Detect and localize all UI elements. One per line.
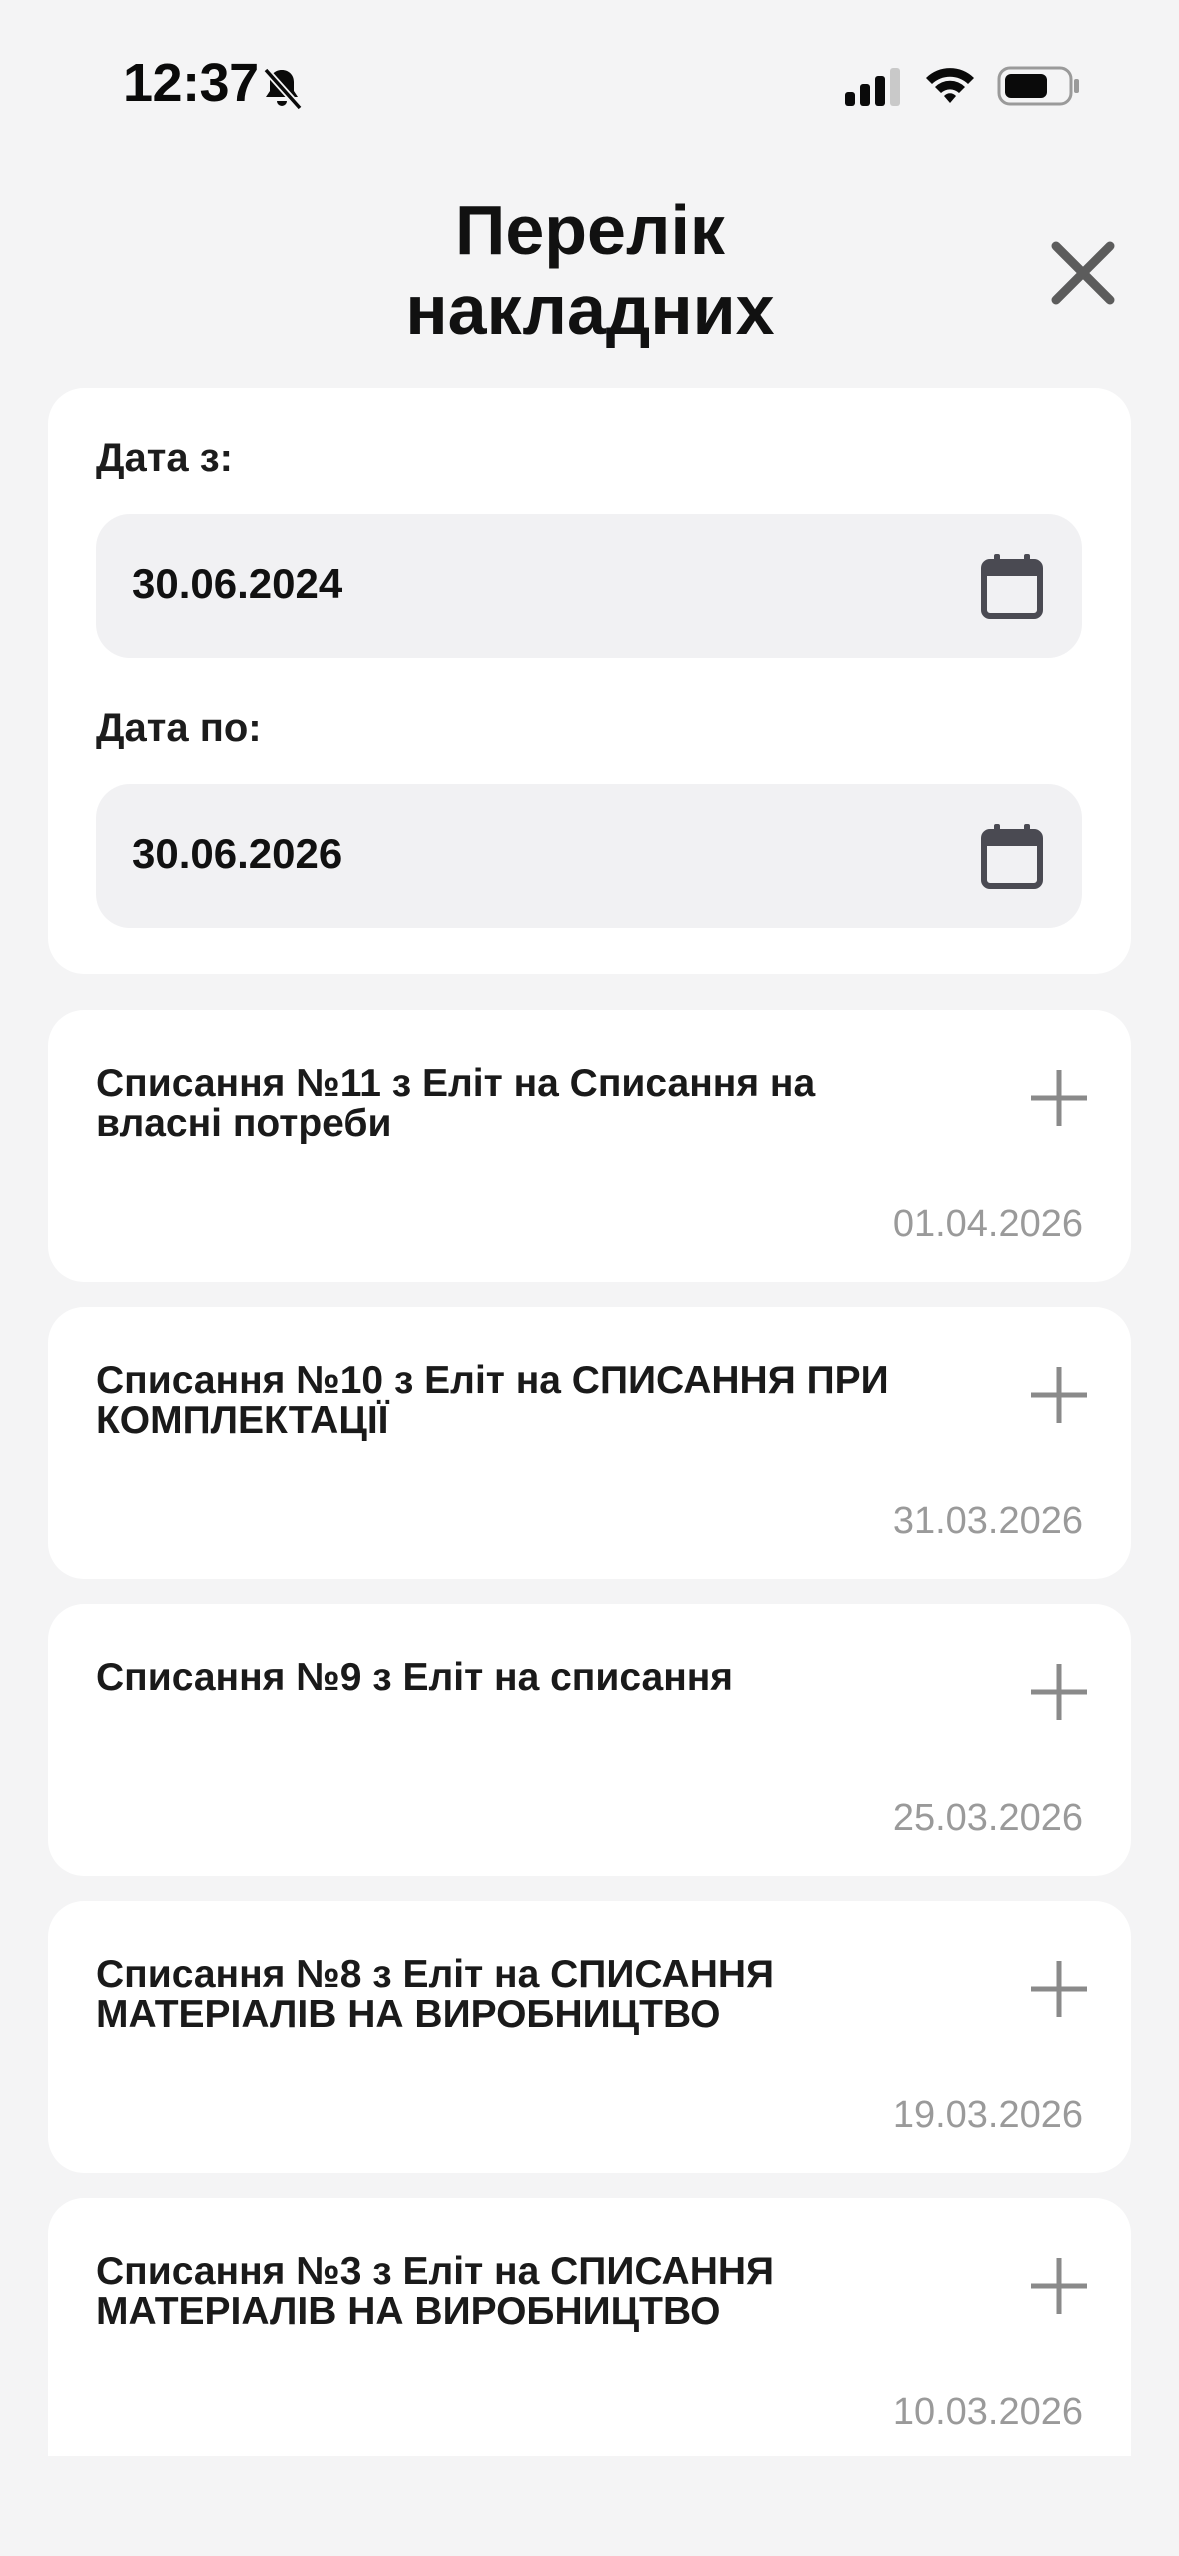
date-from-field[interactable]: 30.06.2024 (96, 514, 1082, 658)
invoice-date: 31.03.2026 (892, 1500, 1083, 1542)
invoice-card[interactable]: Списання №9 з Еліт на списання 25.03.202… (48, 1604, 1131, 1876)
plus-icon[interactable] (1029, 1365, 1089, 1425)
calendar-icon (981, 824, 1043, 889)
status-bar: 12:37 (0, 0, 1179, 150)
calendar-icon (981, 554, 1043, 619)
cellular-signal-icon (845, 68, 900, 106)
invoice-date: 10.03.2026 (892, 2391, 1083, 2433)
invoice-title: Списання №11 з Еліт на Списання на власн… (96, 1062, 816, 1145)
date-to-field[interactable]: 30.06.2026 (96, 784, 1082, 928)
invoice-card[interactable]: Списання №11 з Еліт на Списання на власн… (48, 1010, 1131, 1282)
page-title: Перелік накладних (405, 191, 775, 349)
close-icon (1051, 241, 1115, 305)
invoice-title: Списання №8 з Еліт на СПИСАННЯ МАТЕРІАЛІ… (96, 1953, 775, 2036)
plus-icon[interactable] (1029, 1068, 1089, 1128)
invoice-date: 25.03.2026 (892, 1797, 1083, 1839)
date-from-label: Дата з: (96, 436, 233, 480)
invoice-date: 19.03.2026 (892, 2094, 1083, 2136)
close-button[interactable] (1040, 230, 1126, 316)
invoice-card[interactable]: Списання №10 з Еліт на СПИСАННЯ ПРИ КОМП… (48, 1307, 1131, 1579)
bell-slash-icon (263, 67, 303, 111)
invoice-title: Списання №3 з Еліт на СПИСАННЯ МАТЕРІАЛІ… (96, 2250, 775, 2333)
battery-icon (997, 66, 1079, 106)
invoice-date: 01.04.2026 (892, 1203, 1083, 1245)
invoice-title: Списання №10 з Еліт на СПИСАННЯ ПРИ КОМП… (96, 1359, 889, 1442)
wifi-icon (926, 68, 974, 103)
invoice-card[interactable]: Списання №8 з Еліт на СПИСАННЯ МАТЕРІАЛІ… (48, 1901, 1131, 2173)
date-filter-card: Дата з: 30.06.2024 Дата по: 30.06.2026 (48, 388, 1131, 974)
date-to-value: 30.06.2026 (132, 830, 343, 877)
date-to-label: Дата по: (96, 706, 262, 750)
invoice-title: Списання №9 з Еліт на списання (96, 1656, 734, 1699)
plus-icon[interactable] (1029, 1662, 1089, 1722)
date-from-value: 30.06.2024 (132, 560, 343, 607)
plus-icon[interactable] (1029, 2256, 1089, 2316)
invoice-card[interactable]: Списання №3 з Еліт на СПИСАННЯ МАТЕРІАЛІ… (48, 2198, 1131, 2456)
plus-icon[interactable] (1029, 1959, 1089, 2019)
status-time: 12:37 (123, 53, 259, 113)
